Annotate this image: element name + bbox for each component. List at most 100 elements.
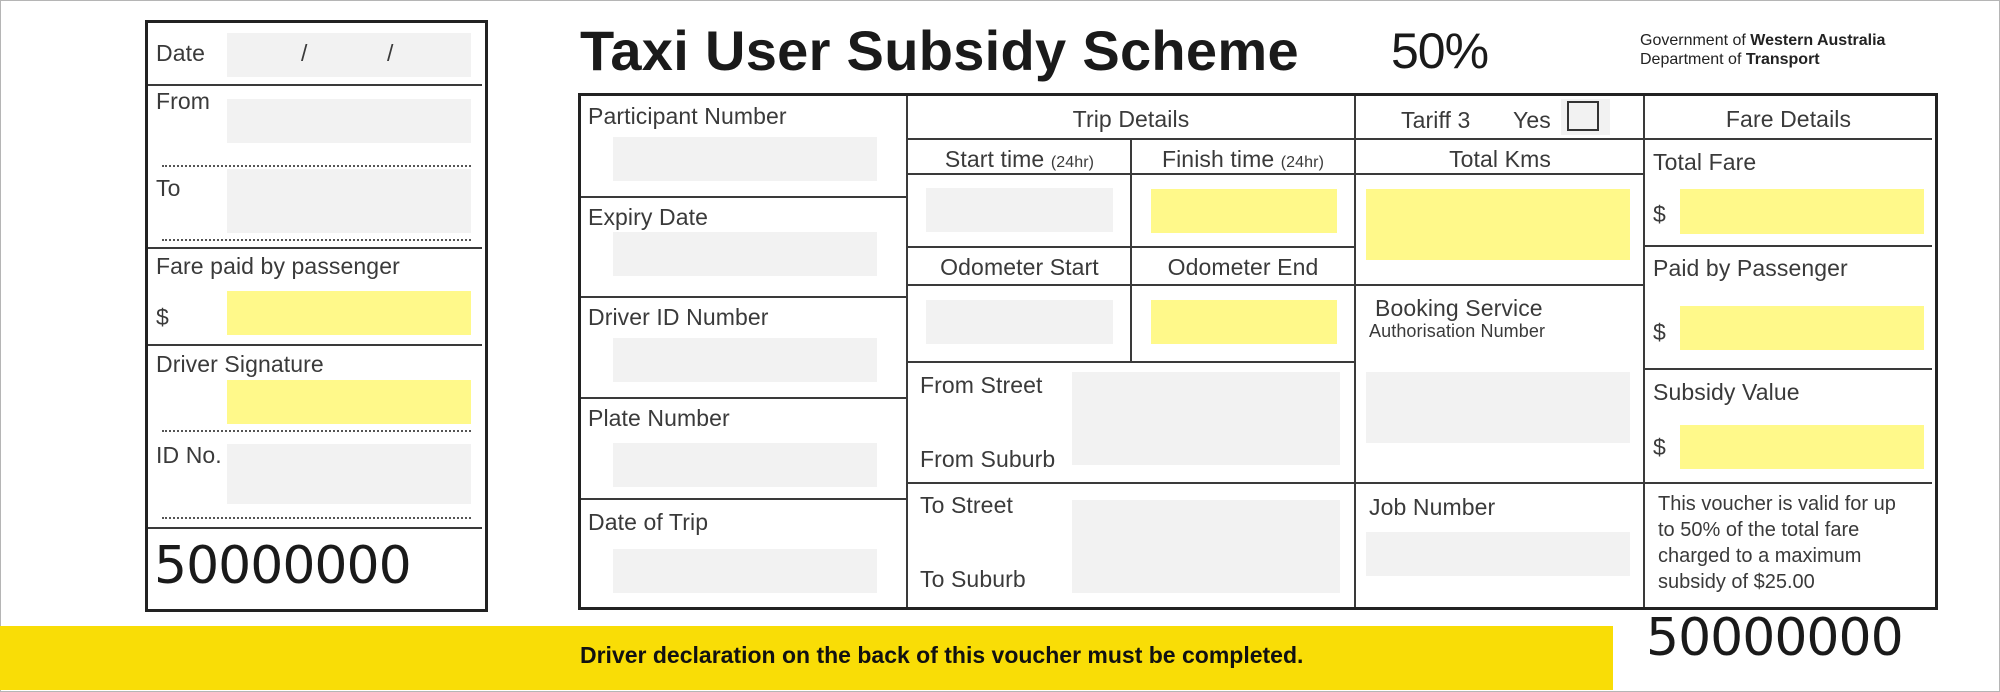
to-address-input[interactable] xyxy=(1072,500,1340,593)
divider xyxy=(148,344,482,346)
from-street-label: From Street xyxy=(920,372,1043,398)
currency-symbol: $ xyxy=(156,304,169,330)
expiry-date-input[interactable] xyxy=(613,232,877,276)
divider xyxy=(1356,138,1645,140)
to-street-label: To Street xyxy=(920,492,1013,518)
fare-details-heading: Fare Details xyxy=(1725,106,1852,132)
date-separator: / xyxy=(387,40,394,66)
validity-note-line: charged to a maximum xyxy=(1658,545,1862,567)
total-kms-input[interactable] xyxy=(1366,189,1630,260)
time-format-note: (24hr) xyxy=(1050,154,1095,171)
divider xyxy=(908,482,1355,484)
stub-to-label: To xyxy=(156,175,181,201)
divider xyxy=(1356,173,1645,175)
divider xyxy=(908,246,1355,248)
time-format-note: (24hr) xyxy=(1280,154,1325,171)
stub-date-input[interactable]: / / xyxy=(227,33,471,77)
finish-time-label: Finish time xyxy=(1161,146,1275,172)
plate-number-input[interactable] xyxy=(613,443,877,487)
currency-symbol: $ xyxy=(1653,319,1666,345)
start-time-input[interactable] xyxy=(926,188,1113,232)
dept-name: Transport xyxy=(1745,51,1820,68)
divider xyxy=(1356,284,1645,286)
participant-number-input[interactable] xyxy=(613,137,877,181)
trip-details-heading: Trip Details xyxy=(1072,106,1190,132)
gov-prefix: Government of xyxy=(1640,32,1751,49)
subsidy-value-label: Subsidy Value xyxy=(1653,379,1800,405)
odometer-start-label: Odometer Start xyxy=(940,254,1099,280)
tariff-3-checkbox[interactable] xyxy=(1567,101,1599,131)
driver-id-input[interactable] xyxy=(613,338,877,382)
stub-driver-signature-label: Driver Signature xyxy=(156,351,324,377)
job-number-label: Job Number xyxy=(1369,494,1496,520)
dotted-line xyxy=(162,239,471,241)
stub-from-input[interactable] xyxy=(227,99,471,143)
divider xyxy=(1356,482,1645,484)
currency-symbol: $ xyxy=(1653,434,1666,460)
odometer-start-input[interactable] xyxy=(926,300,1113,344)
divider xyxy=(148,247,482,249)
start-time-header: Start time (24hr) xyxy=(908,146,1131,173)
authorisation-number-input[interactable] xyxy=(1366,372,1630,443)
page-title: Taxi User Subsidy Scheme xyxy=(580,19,1299,82)
divider xyxy=(581,397,907,399)
stub-id-no-label: ID No. xyxy=(156,442,222,468)
from-address-input[interactable] xyxy=(1072,372,1340,465)
stub-id-no-input[interactable] xyxy=(227,444,471,504)
authorisation-number-label: Authorisation Number xyxy=(1369,321,1546,341)
divider xyxy=(908,361,1355,363)
dept-prefix: Department of xyxy=(1640,51,1746,68)
date-separator: / xyxy=(301,40,308,66)
stub-from-label: From xyxy=(156,88,211,114)
stub-date-label: Date xyxy=(156,40,205,66)
finish-time-input[interactable] xyxy=(1151,189,1337,233)
divider xyxy=(1645,368,1932,370)
divider xyxy=(581,296,907,298)
stub-fare-paid-label: Fare paid by passenger xyxy=(156,253,400,279)
plate-number-label: Plate Number xyxy=(588,405,730,431)
job-number-input[interactable] xyxy=(1366,532,1630,576)
total-kms-label: Total Kms xyxy=(1449,146,1551,172)
expiry-date-label: Expiry Date xyxy=(588,204,708,230)
currency-symbol: $ xyxy=(1653,201,1666,227)
divider xyxy=(148,527,482,529)
odometer-end-input[interactable] xyxy=(1151,300,1337,344)
total-fare-input[interactable] xyxy=(1680,189,1924,234)
paid-by-passenger-input[interactable] xyxy=(1680,306,1924,350)
tariff-yes-label: Yes xyxy=(1513,107,1551,133)
dotted-line xyxy=(162,517,471,519)
divider xyxy=(1645,245,1932,247)
participant-number-label: Participant Number xyxy=(588,103,787,129)
stub-driver-signature-input[interactable] xyxy=(227,380,471,424)
divider xyxy=(581,196,907,198)
validity-note-line: subsidy of $25.00 xyxy=(1658,571,1815,593)
booking-service-label: Booking Service xyxy=(1375,295,1543,321)
stub-to-input[interactable] xyxy=(227,169,471,233)
column-divider xyxy=(1130,139,1132,362)
declaration-text: Driver declaration on the back of this v… xyxy=(580,642,1304,668)
finish-time-header: Finish time (24hr) xyxy=(1132,146,1354,173)
odometer-end-label: Odometer End xyxy=(1167,254,1319,280)
divider xyxy=(148,84,482,86)
stub-fare-paid-input[interactable] xyxy=(227,291,471,335)
date-of-trip-input[interactable] xyxy=(613,549,877,593)
to-suburb-label: To Suburb xyxy=(920,566,1026,592)
driver-id-label: Driver ID Number xyxy=(588,304,769,330)
total-fare-label: Total Fare xyxy=(1653,149,1757,175)
stub-serial-number: 50000000 xyxy=(154,536,412,596)
divider xyxy=(1645,482,1932,484)
paid-by-passenger-label: Paid by Passenger xyxy=(1653,255,1848,281)
subsidy-percentage: 50% xyxy=(1391,23,1489,79)
tariff-3-label: Tariff 3 xyxy=(1401,107,1471,133)
from-suburb-label: From Suburb xyxy=(920,446,1056,472)
dotted-line xyxy=(162,165,471,167)
date-of-trip-label: Date of Trip xyxy=(588,509,709,535)
divider xyxy=(908,284,1355,286)
divider xyxy=(581,498,907,500)
gov-name: Western Australia xyxy=(1750,32,1886,49)
subsidy-value-input[interactable] xyxy=(1680,425,1924,469)
validity-note-line: to 50% of the total fare xyxy=(1658,519,1860,541)
validity-note: This voucher is valid for up to 50% of t… xyxy=(1658,491,1896,595)
divider xyxy=(1645,138,1932,140)
start-time-label: Start time xyxy=(944,146,1045,172)
